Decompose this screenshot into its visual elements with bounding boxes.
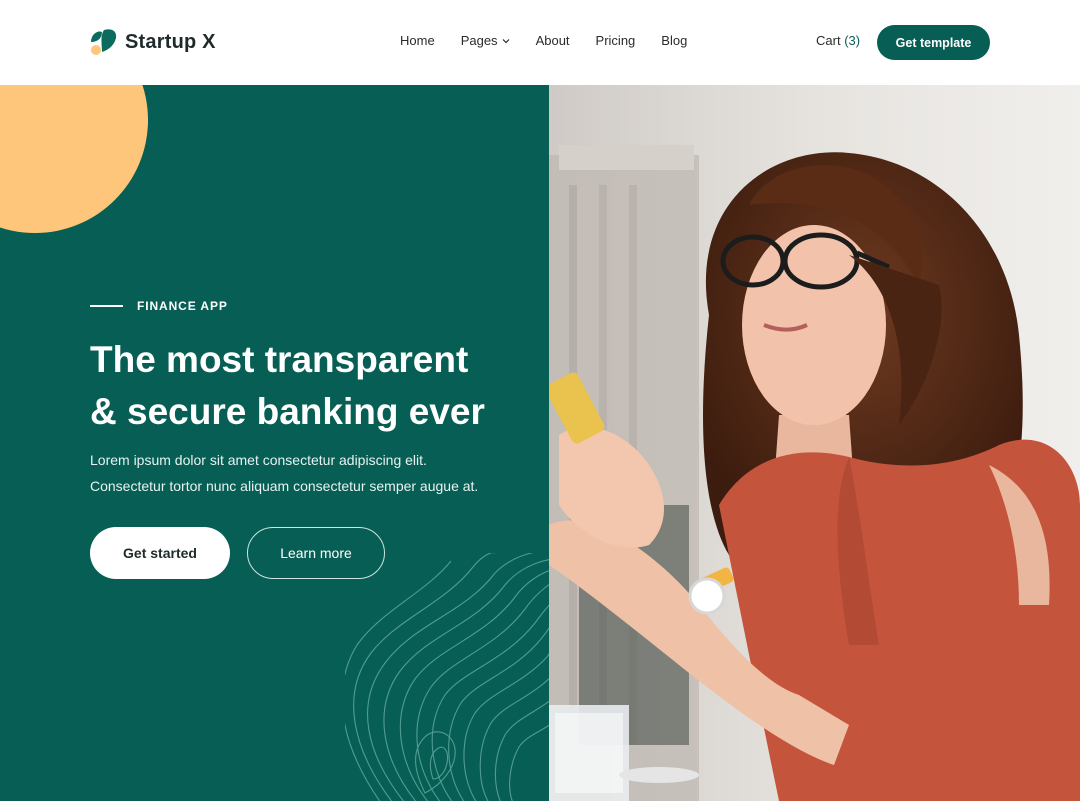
eyebrow-text: FINANCE APP [137,299,228,313]
nav-pages[interactable]: Pages [461,33,510,48]
brand-logo[interactable]: Startup X [90,28,216,56]
get-template-button[interactable]: Get template [877,25,990,60]
headline-line-2: & secure banking ever [90,391,485,432]
hero-left-panel: FINANCE APP The most transparent & secur… [0,85,549,801]
site-header: Startup X Home Pages About Pricing Blog … [0,0,1080,85]
nav-pricing[interactable]: Pricing [596,33,636,48]
cart-label: Cart [816,33,841,48]
eyebrow: FINANCE APP [90,299,228,313]
learn-more-button[interactable]: Learn more [247,527,385,579]
woman-with-phone-image [549,85,1080,801]
nav-pages-label: Pages [460,33,498,48]
hero-photo [549,85,1080,801]
hero-lead: Lorem ipsum dolor sit amet consectetur a… [90,447,530,499]
decorative-circle [0,85,148,233]
nav-blog[interactable]: Blog [661,33,687,48]
main-nav: Home Pages About Pricing Blog [400,33,687,48]
nav-about[interactable]: About [536,33,570,48]
get-started-button[interactable]: Get started [90,527,230,579]
eyebrow-line [90,305,123,307]
lead-line-2: Consectetur tortor nunc aliquam consecte… [90,478,479,494]
lead-line-1: Lorem ipsum dolor sit amet consectetur a… [90,452,427,468]
cart-link[interactable]: Cart (3) [816,33,860,48]
chevron-down-icon [502,38,509,43]
hero-headline: The most transparent & secure banking ev… [90,334,530,438]
cart-count: (3) [844,33,861,48]
nav-home[interactable]: Home [400,33,435,48]
brand-name: Startup X [125,30,216,53]
wood-grain-pattern-icon [345,553,549,801]
leaf-logo-icon [91,29,117,55]
headline-line-1: The most transparent [90,339,469,380]
